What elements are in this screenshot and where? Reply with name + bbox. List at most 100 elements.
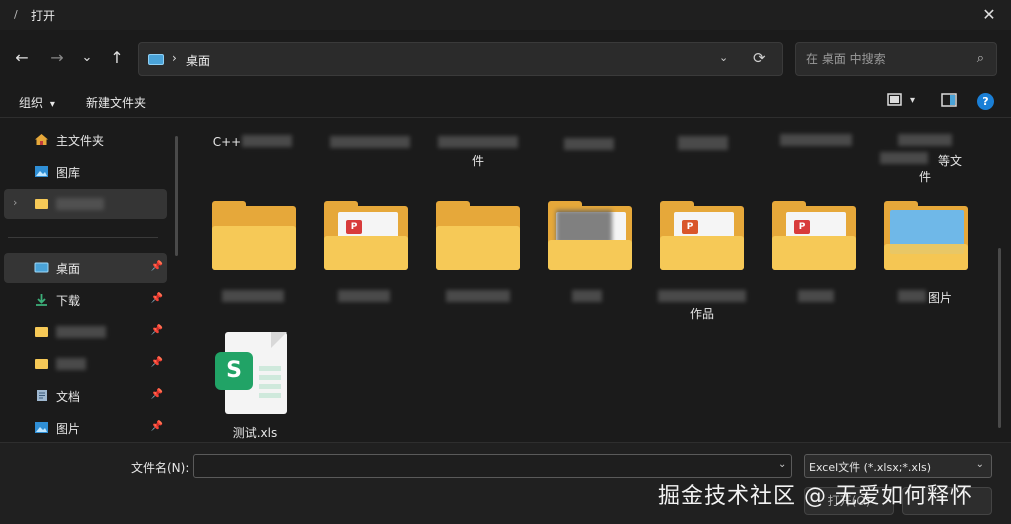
folder-item[interactable] [884, 201, 968, 270]
view-dropdown-icon[interactable]: ▾ [910, 95, 915, 106]
blurred-label [56, 326, 106, 338]
new-folder-button[interactable]: 新建文件夹 [86, 94, 146, 111]
blurred-label [564, 138, 614, 150]
blurred-label [56, 358, 86, 370]
preview-pane-icon[interactable] [941, 93, 957, 111]
desktop-icon [34, 262, 49, 273]
blurred-label [572, 290, 602, 302]
pin-icon[interactable]: 📌 [151, 261, 163, 272]
sidebar-item-desktop[interactable]: 桌面 📌 [4, 253, 167, 283]
breadcrumb-desktop[interactable]: 桌面 [186, 52, 210, 69]
up-button[interactable]: ↑ [104, 46, 130, 70]
search-icon[interactable]: ⌕ [977, 51, 984, 66]
sidebar-item-gallery[interactable]: 图库 [4, 157, 167, 187]
pin-icon[interactable]: 📌 [151, 357, 163, 368]
forward-button[interactable]: → [44, 46, 70, 70]
content-scrollbar[interactable] [998, 248, 1001, 428]
sidebar-item-documents[interactable]: 文档 📌 [4, 381, 167, 411]
organize-button[interactable]: 组织 ▾ [19, 94, 55, 111]
close-button[interactable]: ✕ [967, 0, 1011, 30]
folder-icon [35, 199, 48, 209]
blurred-label [658, 290, 746, 302]
watermark: 掘金技术社区 @ 无爱如何释怀 [658, 484, 973, 509]
sidebar-scrollbar[interactable] [175, 136, 178, 256]
file-label[interactable]: C++ [212, 135, 242, 149]
blurred-label [242, 135, 292, 147]
blurred-label [678, 136, 728, 150]
desktop-icon [148, 54, 164, 65]
blurred-label [898, 134, 952, 146]
filename-dropdown-icon[interactable]: ⌄ [778, 459, 786, 470]
title-bar: / 打开 ✕ [0, 0, 1011, 30]
filename-field[interactable] [193, 454, 792, 478]
organize-label: 组织 [19, 96, 44, 110]
recent-locations-button[interactable]: ⌄ [74, 46, 100, 70]
sidebar-item-label: 桌面 [56, 262, 81, 276]
filename-label: 文件名(N): [131, 461, 190, 475]
blurred-label [338, 290, 390, 302]
pin-icon[interactable]: 📌 [151, 421, 163, 432]
blurred-label [56, 198, 104, 210]
pin-icon[interactable]: 📌 [151, 293, 163, 304]
folder-icon [35, 359, 48, 369]
blurred-thumbnail [556, 210, 612, 244]
sidebar-item-downloads[interactable]: 下载 📌 [4, 285, 167, 315]
gallery-icon [35, 166, 48, 177]
refresh-icon[interactable]: ⟳ [753, 49, 766, 67]
blurred-label [880, 152, 928, 164]
breadcrumb-separator[interactable]: › [172, 51, 177, 65]
blurred-label [446, 290, 510, 302]
sidebar-item-label: 文档 [56, 390, 81, 404]
sidebar-item-label: 下载 [56, 294, 81, 308]
file-label[interactable]: 件 [430, 152, 526, 169]
help-icon[interactable]: ? [977, 93, 994, 110]
blurred-label [222, 290, 284, 302]
pdf-icon: P [346, 220, 362, 234]
sidebar-item-blurred-folder[interactable]: 📌 [4, 317, 167, 347]
ppt-icon: P [682, 220, 698, 234]
sidebar-item-home[interactable]: 主文件夹 [4, 125, 167, 155]
search-input[interactable] [806, 52, 956, 66]
folder-item[interactable]: P [772, 201, 856, 270]
file-label[interactable]: 测试.xls [207, 424, 303, 441]
window-title: 打开 [31, 9, 56, 23]
folder-item[interactable] [548, 201, 632, 270]
home-icon [35, 134, 48, 145]
sidebar-item-blurred-folder[interactable]: 📌 [4, 349, 167, 379]
address-bar[interactable]: › 桌面 ⌄ ⟳ [138, 42, 783, 76]
document-icon [37, 390, 47, 401]
filetype-dropdown-icon: ⌄ [975, 459, 984, 470]
file-label[interactable]: 图片 [924, 289, 956, 306]
file-label[interactable]: 作品 [654, 305, 750, 322]
address-dropdown-icon[interactable]: ⌄ [719, 51, 728, 64]
folder-item[interactable]: P [660, 201, 744, 270]
command-bar: 组织 ▾ 新建文件夹 ▾ ? [0, 86, 1011, 118]
view-layout-icon[interactable] [887, 93, 902, 110]
file-label[interactable]: 等文 [930, 152, 970, 169]
sidebar-item-blurred-folder[interactable]: › [4, 189, 167, 219]
folder-item[interactable]: P [324, 201, 408, 270]
filetype-select[interactable]: Excel文件 (*.xlsx;*.xls) ⌄ [804, 454, 992, 478]
spreadsheet-badge-icon: S [215, 352, 253, 390]
filetype-value: Excel文件 (*.xlsx;*.xls) [809, 461, 932, 474]
expand-chevron-icon[interactable]: › [13, 196, 17, 209]
file-label[interactable]: 件 [905, 168, 945, 185]
folder-icon [35, 327, 48, 337]
navigation-bar: ← → ⌄ ↑ › 桌面 ⌄ ⟳ ⌕ [0, 38, 1011, 80]
folder-item[interactable] [212, 201, 296, 270]
pdf-icon: P [794, 220, 810, 234]
download-icon [36, 294, 47, 306]
excel-file-item[interactable]: S [215, 332, 291, 416]
pin-icon[interactable]: 📌 [151, 389, 163, 400]
sidebar-item-pictures[interactable]: 图片 📌 [4, 413, 167, 443]
back-button[interactable]: ← [9, 46, 35, 70]
blurred-label [438, 136, 518, 148]
app-icon: / [14, 8, 18, 21]
blurred-label [330, 136, 410, 148]
pictures-icon [35, 422, 48, 433]
search-box[interactable]: ⌕ [795, 42, 997, 76]
sidebar-item-label: 图片 [56, 422, 81, 436]
folder-item[interactable] [436, 201, 520, 270]
sidebar-divider [8, 237, 158, 238]
pin-icon[interactable]: 📌 [151, 325, 163, 336]
